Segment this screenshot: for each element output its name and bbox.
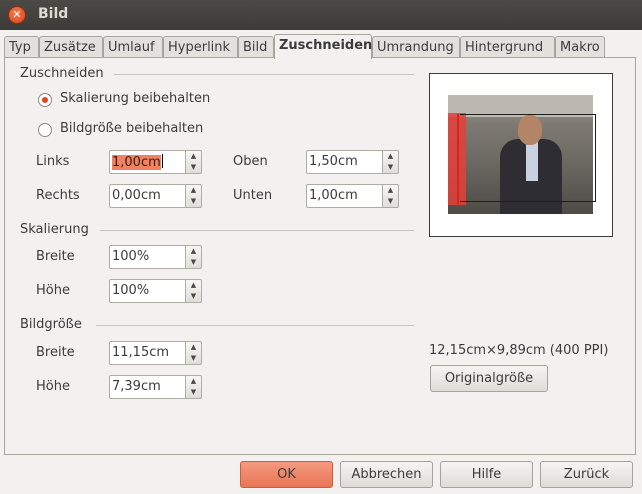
spin-up-icon[interactable]: ▲ <box>186 342 201 353</box>
spin-down-icon[interactable]: ▼ <box>186 353 201 364</box>
tab-umrandung[interactable]: Umrandung <box>372 36 460 58</box>
scale-height-input[interactable]: 100% <box>109 279 185 303</box>
spin-up-icon[interactable]: ▲ <box>186 280 201 291</box>
crop-left-input[interactable]: 1,00cm <box>109 150 185 174</box>
crop-top-input[interactable]: 1,50cm <box>306 150 382 174</box>
tab-typ[interactable]: Typ <box>4 36 39 58</box>
keep-size-label[interactable]: Bildgröße beibehalten <box>60 121 203 136</box>
spin-down-icon[interactable]: ▼ <box>186 291 201 302</box>
reset-button[interactable]: Zurück <box>540 461 633 488</box>
window-title: Bild <box>38 6 69 22</box>
help-button[interactable]: Hilfe <box>440 461 533 488</box>
size-section-title: Bildgröße <box>20 317 82 332</box>
size-width-label: Breite <box>36 345 75 360</box>
crop-left-label: Links <box>36 154 70 169</box>
size-separator <box>96 325 414 326</box>
spin-up-icon[interactable]: ▲ <box>186 246 201 257</box>
tab-hyperlink[interactable]: Hyperlink <box>163 36 238 58</box>
size-height-input[interactable]: 7,39cm <box>109 375 185 399</box>
cancel-button[interactable]: Abbrechen <box>340 461 433 488</box>
tab-zusaetze[interactable]: Zusätze <box>39 36 103 58</box>
crop-separator <box>114 74 414 75</box>
crop-right-input[interactable]: 0,00cm <box>109 184 185 208</box>
crop-bottom-label: Unten <box>233 188 273 203</box>
spin-up-icon[interactable]: ▲ <box>383 185 398 196</box>
spin-down-icon[interactable]: ▼ <box>186 196 201 207</box>
crop-left-spin-buttons[interactable]: ▲ ▼ <box>185 150 202 174</box>
spin-down-icon[interactable]: ▼ <box>186 257 201 268</box>
tab-umlauf[interactable]: Umlauf <box>103 36 163 58</box>
tab-zuschneiden[interactable]: Zuschneiden <box>274 34 372 59</box>
close-icon[interactable]: ✕ <box>8 6 26 24</box>
scale-width-spin-buttons[interactable]: ▲ ▼ <box>185 245 202 269</box>
keep-scale-label[interactable]: Skalierung beibehalten <box>60 91 210 106</box>
crop-bottom-input[interactable]: 1,00cm <box>306 184 382 208</box>
spin-up-icon[interactable]: ▲ <box>186 185 201 196</box>
crop-section-title: Zuschneiden <box>20 66 104 81</box>
tab-makro[interactable]: Makro <box>555 36 605 58</box>
spin-down-icon[interactable]: ▼ <box>186 387 201 398</box>
size-width-input[interactable]: 11,15cm <box>109 341 185 365</box>
size-height-label: Höhe <box>36 379 70 394</box>
size-width-spin-buttons[interactable]: ▲ ▼ <box>185 341 202 365</box>
crop-top-spin-buttons[interactable]: ▲ ▼ <box>382 150 399 174</box>
spin-up-icon[interactable]: ▲ <box>186 376 201 387</box>
spin-up-icon[interactable]: ▲ <box>186 151 201 162</box>
scale-width-label: Breite <box>36 249 75 264</box>
crop-top-label: Oben <box>233 154 268 169</box>
ok-button[interactable]: OK <box>240 461 333 488</box>
tab-bild[interactable]: Bild <box>238 36 274 58</box>
scale-section-title: Skalierung <box>20 222 89 237</box>
spin-down-icon[interactable]: ▼ <box>383 162 398 173</box>
size-height-spin-buttons[interactable]: ▲ ▼ <box>185 375 202 399</box>
tab-hintergrund[interactable]: Hintergrund <box>460 36 555 58</box>
keep-size-radio[interactable] <box>38 123 52 137</box>
title-bar: ✕ Bild <box>0 0 642 30</box>
scale-height-label: Höhe <box>36 283 70 298</box>
crop-left-marker <box>457 114 459 204</box>
crop-right-spin-buttons[interactable]: ▲ ▼ <box>185 184 202 208</box>
crop-frame <box>460 114 596 202</box>
original-size-info: 12,15cm×9,89cm (400 PPI) <box>429 343 609 358</box>
crop-bottom-spin-buttons[interactable]: ▲ ▼ <box>382 184 399 208</box>
spin-down-icon[interactable]: ▼ <box>383 196 398 207</box>
scale-height-spin-buttons[interactable]: ▲ ▼ <box>185 279 202 303</box>
spin-up-icon[interactable]: ▲ <box>383 151 398 162</box>
original-size-button[interactable]: Originalgröße <box>430 365 548 392</box>
scale-width-input[interactable]: 100% <box>109 245 185 269</box>
keep-scale-radio[interactable] <box>38 93 52 107</box>
spin-down-icon[interactable]: ▼ <box>186 162 201 173</box>
crop-right-label: Rechts <box>36 188 80 203</box>
scale-separator <box>100 230 414 231</box>
